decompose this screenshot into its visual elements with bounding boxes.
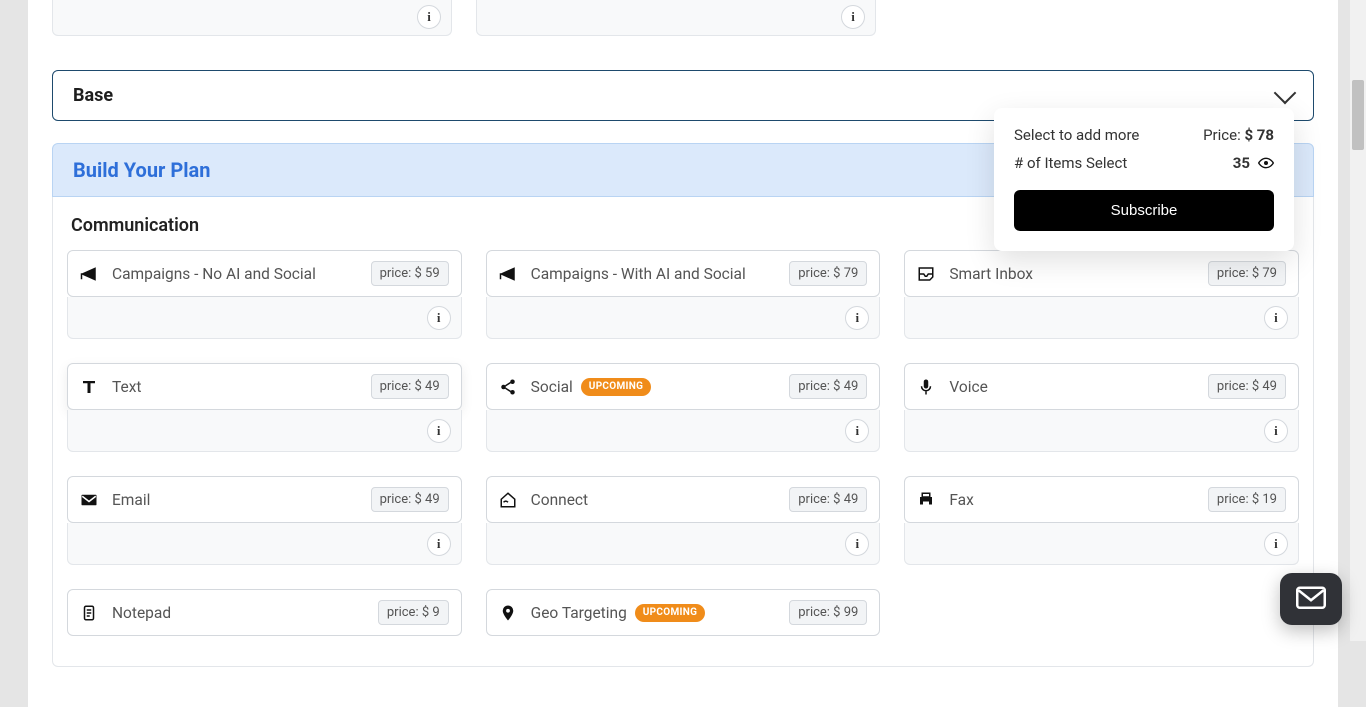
connect-icon <box>499 491 517 509</box>
mail-icon <box>1296 586 1326 612</box>
plan-card-label: Campaigns - With AI and Social <box>531 265 776 283</box>
plan-card-select-fax[interactable]: Fax price: $ 19 <box>904 476 1299 523</box>
notepad-icon <box>80 604 98 622</box>
plan-card-email: Email price: $ 49 i <box>67 476 462 565</box>
plan-card-grid: Campaigns - No AI and Social price: $ 59 i… <box>67 250 1299 636</box>
info-icon[interactable]: i <box>841 5 865 29</box>
plan-card-label: Campaigns - No AI and Social <box>112 265 357 283</box>
chevron-down-icon <box>1274 81 1297 104</box>
plan-card-connect: Connect price: $ 49 i <box>486 476 881 565</box>
plan-card-detail-text: i <box>67 410 462 452</box>
plan-card-label: Smart Inbox <box>949 265 1194 283</box>
social-icon <box>499 378 517 396</box>
plan-card-select-social[interactable]: SocialUPCOMING price: $ 49 <box>486 363 881 410</box>
campaigns-noai-icon <box>80 265 98 283</box>
page-scrollbar[interactable] <box>1350 0 1366 641</box>
plan-card-campaigns-ai: Campaigns - With AI and Social price: $ 7… <box>486 250 881 339</box>
eye-icon[interactable] <box>1258 155 1274 171</box>
plan-card-select-campaigns-noai[interactable]: Campaigns - No AI and Social price: $ 59 <box>67 250 462 297</box>
plan-card-label: Notepad <box>112 604 364 622</box>
plan-card-select-connect[interactable]: Connect price: $ 49 <box>486 476 881 523</box>
text-icon <box>80 378 98 396</box>
price-chip: price: $ 49 <box>1208 374 1286 399</box>
plan-card-detail-connect: i <box>486 523 881 565</box>
price-chip: price: $ 79 <box>789 261 867 286</box>
plan-card-select-smart-inbox[interactable]: Smart Inbox price: $ 79 <box>904 250 1299 297</box>
plan-card-label: Email <box>112 491 357 509</box>
plan-card-label: Geo TargetingUPCOMING <box>531 604 776 622</box>
info-icon[interactable]: i <box>1264 306 1288 330</box>
plan-card-detail-fax: i <box>904 523 1299 565</box>
plan-card-select-voice[interactable]: Voice price: $ 49 <box>904 363 1299 410</box>
price-chip: price: $ 9 <box>378 600 449 625</box>
plan-card-label: Text <box>112 378 357 396</box>
plan-card-label: Fax <box>949 491 1194 509</box>
info-icon[interactable]: i <box>845 419 869 443</box>
pricing-summary-panel: Select to add more Price: $ 78 # of Item… <box>994 108 1294 251</box>
plan-card-detail-campaigns-ai: i <box>486 297 881 339</box>
info-icon[interactable]: i <box>427 532 451 556</box>
plan-card-label: SocialUPCOMING <box>531 378 776 396</box>
plan-card-voice: Voice price: $ 49 i <box>904 363 1299 452</box>
plan-card-smart-inbox: Smart Inbox price: $ 79 i <box>904 250 1299 339</box>
price-chip: price: $ 79 <box>1208 261 1286 286</box>
plan-card-detail-smart-inbox: i <box>904 297 1299 339</box>
plan-card-notepad: Notepad price: $ 9 <box>67 589 462 636</box>
plan-card-campaigns-noai: Campaigns - No AI and Social price: $ 59 i <box>67 250 462 339</box>
info-icon[interactable]: i <box>417 5 441 29</box>
plan-card-text: Text price: $ 49 i <box>67 363 462 452</box>
chat-help-button[interactable] <box>1280 573 1342 625</box>
plan-card-label: Connect <box>531 491 776 509</box>
price-chip: price: $ 19 <box>1208 487 1286 512</box>
scrollbar-thumb[interactable] <box>1352 80 1364 150</box>
subscribe-button[interactable]: Subscribe <box>1014 190 1274 231</box>
price-chip: price: $ 49 <box>371 374 449 399</box>
plan-card-label: Voice <box>949 378 1194 396</box>
plan-card-detail-social: i <box>486 410 881 452</box>
info-icon[interactable]: i <box>1264 419 1288 443</box>
summary-items-label: # of Items Select <box>1014 154 1127 172</box>
plan-card-select-geo-targeting[interactable]: Geo TargetingUPCOMING price: $ 99 <box>486 589 881 636</box>
summary-items-value: 35 <box>1233 154 1250 172</box>
upcoming-badge: UPCOMING <box>581 378 651 396</box>
price-chip: price: $ 49 <box>789 374 867 399</box>
summary-price-label: Price: <box>1203 126 1241 144</box>
top-card-row: i i <box>52 0 1314 36</box>
plan-card-detail-voice: i <box>904 410 1299 452</box>
price-chip: price: $ 99 <box>789 600 867 625</box>
email-icon <box>80 491 98 509</box>
smart-inbox-icon <box>917 265 935 283</box>
plan-card-select-notepad[interactable]: Notepad price: $ 9 <box>67 589 462 636</box>
price-chip: price: $ 59 <box>371 261 449 286</box>
plan-card-select-campaigns-ai[interactable]: Campaigns - With AI and Social price: $ 7… <box>486 250 881 297</box>
plan-card-select-text[interactable]: Text price: $ 49 <box>67 363 462 410</box>
upcoming-badge: UPCOMING <box>635 604 705 622</box>
plan-card-geo-targeting: Geo TargetingUPCOMING price: $ 99 <box>486 589 881 636</box>
plan-card-select-email[interactable]: Email price: $ 49 <box>67 476 462 523</box>
top-card-stub: i <box>476 0 876 36</box>
geo-targeting-icon <box>499 604 517 622</box>
info-icon[interactable]: i <box>427 419 451 443</box>
plan-card-social: SocialUPCOMING price: $ 49 i <box>486 363 881 452</box>
base-accordion-title: Base <box>73 85 113 106</box>
summary-price-value: $ 78 <box>1244 126 1274 144</box>
voice-icon <box>917 378 935 396</box>
campaigns-ai-icon <box>499 265 517 283</box>
info-icon[interactable]: i <box>845 306 869 330</box>
fax-icon <box>917 491 935 509</box>
price-chip: price: $ 49 <box>371 487 449 512</box>
info-icon[interactable]: i <box>1264 532 1288 556</box>
info-icon[interactable]: i <box>427 306 451 330</box>
plan-card-detail-email: i <box>67 523 462 565</box>
top-card-stub: i <box>52 0 452 36</box>
build-plan-body: Communication Campaigns - No AI and Soci… <box>52 197 1314 667</box>
plan-card-detail-campaigns-noai: i <box>67 297 462 339</box>
summary-select-more-label: Select to add more <box>1014 126 1139 144</box>
plan-card-fax: Fax price: $ 19 i <box>904 476 1299 565</box>
info-icon[interactable]: i <box>845 532 869 556</box>
price-chip: price: $ 49 <box>789 487 867 512</box>
